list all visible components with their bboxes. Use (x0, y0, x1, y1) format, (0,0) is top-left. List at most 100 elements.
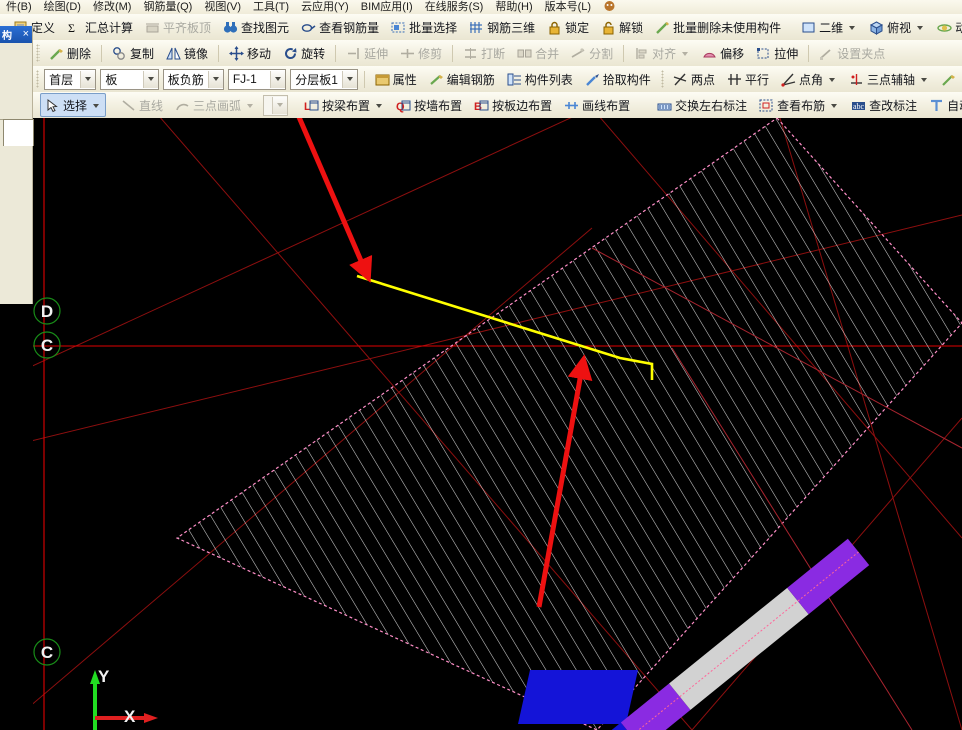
menu-bim-app[interactable]: BIM应用(I) (355, 0, 419, 14)
delete-button[interactable]: 删除 (44, 41, 96, 65)
mirror-button[interactable]: 镜像 (161, 41, 213, 65)
swap-lr-label-button[interactable]: 交换左右标注 (652, 93, 752, 117)
component-type-select[interactable]: 板 (100, 68, 159, 90)
copy-icon (112, 46, 127, 61)
pick-component-icon (585, 72, 600, 87)
auto-generate-icon (929, 98, 944, 113)
toolbar-item-label: 移动 (247, 46, 272, 61)
rotate-button[interactable]: 旋转 (278, 41, 330, 65)
toolbar-item-label: 对齐 (652, 46, 677, 61)
left-dock-content-area[interactable] (3, 119, 34, 146)
lock-button[interactable]: 锁定 (542, 15, 594, 39)
menu-modify[interactable]: 修改(M) (87, 0, 138, 14)
edit-label-button[interactable]: abc 查改标注 (846, 93, 922, 117)
pencil-icon (941, 72, 956, 87)
chevron-down-icon[interactable] (341, 70, 357, 88)
layout-by-line-button[interactable]: 画线布置 (559, 93, 635, 117)
unlock-button[interactable]: 解锁 (596, 15, 648, 39)
delete-icon (49, 46, 64, 61)
toolbar-item-label: 按梁布置 (322, 98, 371, 113)
chevron-down-icon[interactable] (80, 70, 96, 88)
toolbar-item-label: 二维 (819, 20, 844, 35)
toolbar-item-label: 拾取构件 (602, 72, 651, 87)
component-list-button[interactable]: 构件列表 (502, 67, 578, 91)
cursor-select-button[interactable]: 选择 (40, 93, 107, 117)
set-grip-button: 设置夹点 (814, 41, 890, 65)
toolbar-item-label: 删除 (67, 46, 92, 61)
two-d-button[interactable]: 二维 (796, 15, 862, 39)
batch-delete-icon (655, 20, 670, 35)
toolbar-separator (101, 44, 103, 62)
layout-by-slab-edge-button[interactable]: B 按板边布置 (469, 93, 557, 117)
component-kind-select[interactable]: 板负筋 (162, 68, 224, 90)
toolbar-item-label: 查改标注 (869, 98, 918, 113)
drawing-canvas[interactable]: DCC Y X (32, 118, 962, 730)
floor-select[interactable]: 首层 (44, 68, 97, 90)
drawing-toolbar: 选择 直线 三点画弧 L 按梁布置 Q 按墙布置 B 按板边布置 画线布置 交换左右标注 查看布筋 ab… (0, 92, 962, 119)
menu-view[interactable]: 视图(V) (198, 0, 247, 14)
layout-by-wall-button[interactable]: Q 按墙布置 (391, 93, 467, 117)
rebar-3d-button[interactable]: 钢筋三维 (464, 15, 540, 39)
toolbar-item-label: 汇总计算 (85, 20, 134, 35)
close-icon[interactable]: × (23, 29, 32, 40)
menu-version[interactable]: 版本号(L) (539, 0, 597, 14)
align-slab-top-button: 平齐板顶 (140, 15, 216, 39)
menu-tools[interactable]: 工具(T) (247, 0, 295, 14)
point-angle-icon (781, 72, 796, 87)
menu-draw[interactable]: 绘图(D) (38, 0, 87, 14)
toolbar-drag-handle[interactable] (36, 44, 40, 62)
view-rebar-layout-button[interactable]: 查看布筋 (754, 93, 844, 117)
chevron-down-icon[interactable] (142, 70, 158, 88)
menu-cloud-app[interactable]: 云应用(Y) (295, 0, 355, 14)
menu-online-service[interactable]: 在线服务(S) (419, 0, 490, 14)
draw-mode-select (263, 94, 289, 116)
chevron-down-icon[interactable] (917, 26, 924, 30)
canvas-left-fill (0, 304, 33, 730)
point-angle-button[interactable]: 点角 (776, 67, 842, 91)
chevron-down-icon[interactable] (376, 104, 383, 108)
chevron-down-icon[interactable] (207, 70, 223, 88)
layout-by-beam-icon: L (304, 98, 319, 113)
view-rebar-qty-button[interactable]: 查看钢筋量 (296, 15, 384, 39)
orbit-button[interactable]: 动态观察 (932, 15, 962, 39)
chevron-down-icon[interactable] (849, 26, 856, 30)
move-button[interactable]: 移动 (224, 41, 276, 65)
pencil-button[interactable] (936, 67, 961, 91)
copy-button[interactable]: 复制 (107, 41, 159, 65)
component-list-icon (507, 72, 522, 87)
pick-component-button[interactable]: 拾取构件 (580, 67, 656, 91)
chevron-down-icon[interactable] (921, 78, 928, 82)
toolbar-separator (452, 44, 454, 62)
stretch-button[interactable]: 拉伸 (751, 41, 803, 65)
stretch-icon (756, 46, 771, 61)
line-icon (121, 98, 136, 113)
auto-generate-button[interactable]: 自动生成 (924, 93, 962, 117)
chevron-down-icon[interactable] (829, 78, 835, 82)
chevron-down-icon[interactable] (93, 104, 100, 108)
layer-select[interactable]: 分层板1 (290, 68, 358, 90)
component-name-select[interactable]: FJ-1 (227, 68, 287, 90)
chevron-down-icon[interactable] (270, 70, 286, 88)
menu-rebar-quantity[interactable]: 钢筋量(Q) (137, 0, 198, 14)
left-dock-titlebar[interactable]: 构 × (0, 26, 32, 43)
layout-by-beam-button[interactable]: L 按梁布置 (299, 93, 389, 117)
menu-help[interactable]: 帮助(H) (489, 0, 538, 14)
properties-icon (375, 72, 390, 87)
toolbar-drag-handle[interactable] (36, 70, 40, 88)
batch-select-button[interactable]: 批量选择 (386, 15, 462, 39)
properties-button[interactable]: 属性 (370, 67, 422, 91)
menu-component[interactable]: 件(B) (0, 0, 38, 14)
merge-icon (517, 46, 532, 61)
offset-button[interactable]: 偏移 (697, 41, 749, 65)
chevron-down-icon[interactable] (831, 104, 838, 108)
toolbar-drag-handle[interactable] (660, 70, 664, 88)
binoculars-button[interactable]: 查找图元 (218, 15, 294, 39)
two-d-icon (801, 20, 816, 35)
three-point-axis-button[interactable]: 三点辅轴 (844, 67, 934, 91)
batch-delete-button[interactable]: 批量删除未使用构件 (650, 15, 786, 39)
top-view-button[interactable]: 俯视 (864, 15, 930, 39)
parallel-axis-button[interactable]: 平行 (722, 67, 774, 91)
sigma-button[interactable]: Σ 汇总计算 (62, 15, 138, 39)
two-point-axis-button[interactable]: 两点 (668, 67, 720, 91)
edit-rebar-button[interactable]: 编辑钢筋 (424, 67, 500, 91)
